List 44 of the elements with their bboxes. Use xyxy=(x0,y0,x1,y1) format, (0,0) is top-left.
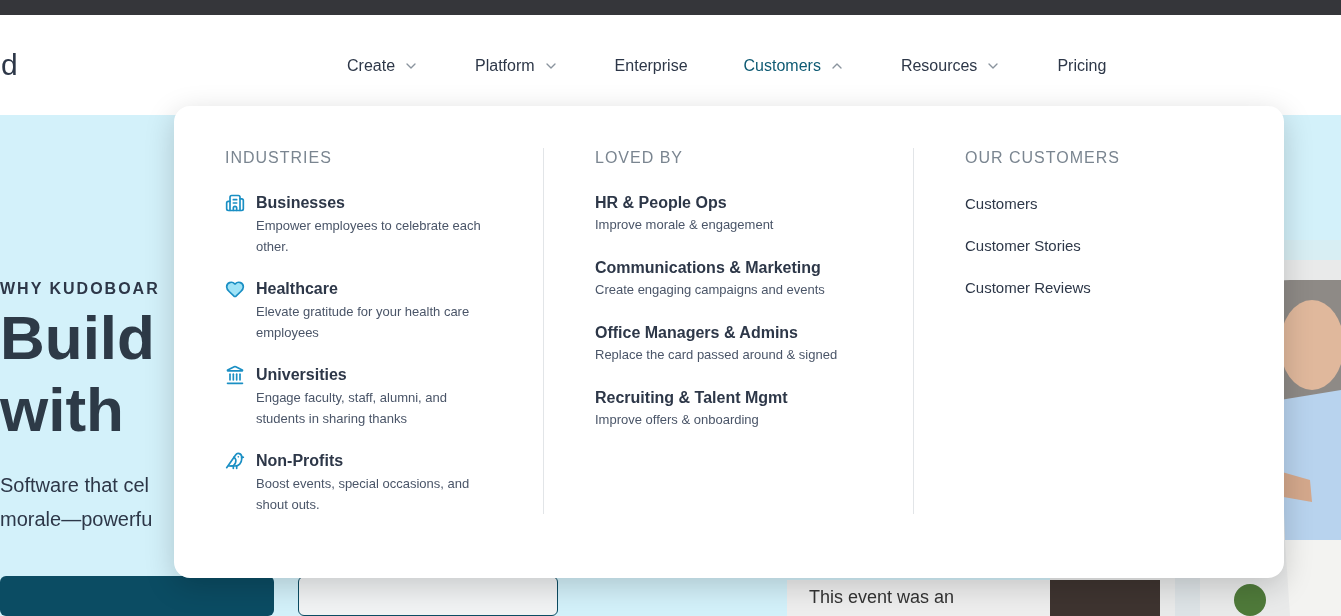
menu-link[interactable]: Customers xyxy=(965,193,1038,215)
item-description: Engage faculty, staff, alumni, and students in sharing thanks xyxy=(256,389,449,428)
hero-headline: with xyxy=(0,374,124,446)
hero-subtitle: morale—powerfu xyxy=(0,507,153,532)
menu-item[interactable]: Non-Profits Boost events, special occasions, and shout outs. xyxy=(225,450,525,515)
menu-item[interactable]: Office Managers & Admins Replace the card passed around & signed xyxy=(595,322,895,365)
menu-item[interactable]: Businesses Empower employees to celebrate each other. xyxy=(225,192,525,257)
menu-link[interactable]: Customer Stories xyxy=(965,235,1081,257)
nav-item[interactable]: Pricing xyxy=(1037,20,1127,111)
item-description: Replace the card passed around & signed xyxy=(595,346,839,364)
bird-icon xyxy=(225,451,245,471)
nav-item[interactable]: Enterprise xyxy=(594,20,708,111)
item-title: HR & People Ops xyxy=(595,193,728,213)
menu-item[interactable]: HR & People Ops Improve morale & engagement xyxy=(595,192,895,235)
item-title: Recruiting & Talent Mgmt xyxy=(595,388,789,408)
secondary-button[interactable] xyxy=(298,576,558,616)
hero-headline: Build xyxy=(0,302,155,374)
item-title: Non-Profits xyxy=(256,451,345,471)
column-heading: OUR CUSTOMERS xyxy=(965,148,1121,168)
column-heading: INDUSTRIES xyxy=(225,148,333,168)
menu-item[interactable]: Recruiting & Talent Mgmt Improve offers & onboarding xyxy=(595,387,895,430)
hero-eyebrow: WHY KUDOBOAR xyxy=(0,279,160,299)
item-description: Improve offers & onboarding xyxy=(595,411,760,429)
item-description: Boost events, special occasions, and shout outs. xyxy=(256,475,471,514)
menu-item[interactable]: Communications & Marketing Create engaging campaigns and events xyxy=(595,257,895,300)
item-description: Improve morale & engagement xyxy=(595,216,775,234)
item-title: Office Managers & Admins xyxy=(595,323,799,343)
item-title: Communications & Marketing xyxy=(595,258,822,278)
menu-link[interactable]: Customer Reviews xyxy=(965,277,1091,299)
menu-item[interactable]: Healthcare Elevate gratitude for your health care employees xyxy=(225,278,525,343)
hero-subtitle: Software that cel xyxy=(0,473,149,498)
heart-icon xyxy=(225,279,245,299)
menu-item[interactable]: Universities Engage faculty, staff, alumni, and students in sharing thanks xyxy=(225,364,525,429)
logo-text: d xyxy=(1,49,18,81)
item-description: Create engaging campaigns and events xyxy=(595,281,826,299)
landmark-icon xyxy=(225,365,245,385)
building-icon xyxy=(225,193,245,213)
item-title: Healthcare xyxy=(256,279,339,299)
item-description: Empower employees to celebrate each other. xyxy=(256,217,482,256)
item-title: Universities xyxy=(256,365,348,385)
column-heading: LOVED BY xyxy=(595,148,685,168)
item-description: Elevate gratitude for your health care employees xyxy=(256,303,471,342)
testimonial-text: This event was an xyxy=(809,587,955,607)
item-title: Businesses xyxy=(256,193,346,213)
